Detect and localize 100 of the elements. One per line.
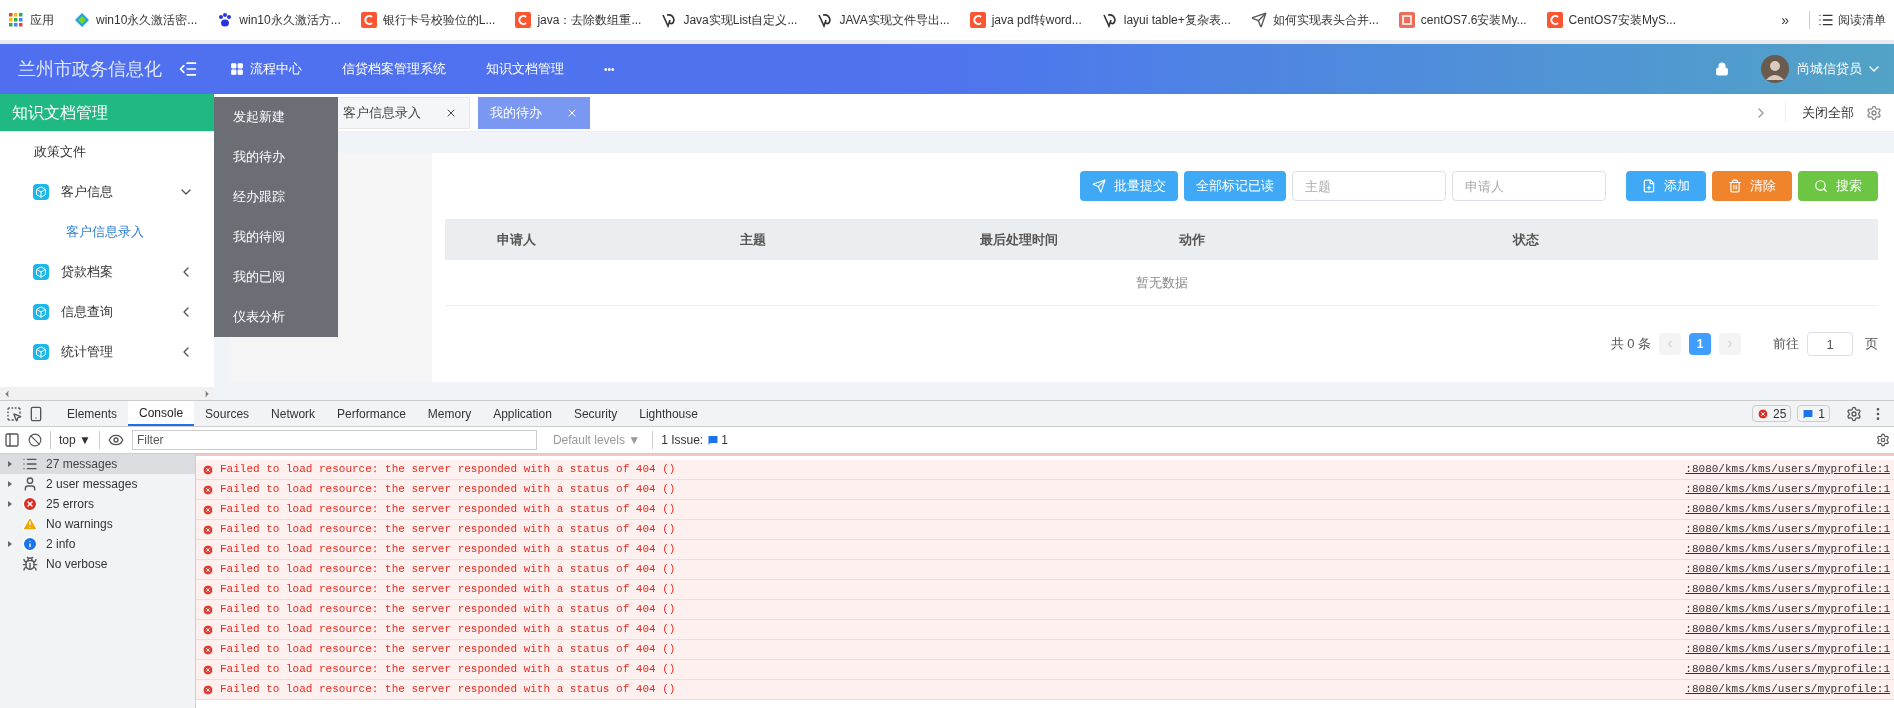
lock-icon[interactable] (1715, 62, 1729, 76)
error-icon (202, 543, 214, 556)
scroll-right-icon[interactable] (202, 388, 212, 399)
console-filter-item[interactable]: 2 info (0, 534, 195, 554)
source-link[interactable]: :8080/kms/kms/users/myprofile:1 (1685, 621, 1890, 638)
gear-icon[interactable] (1866, 104, 1882, 121)
console-filter-item[interactable]: 25 errors (0, 494, 195, 514)
clear-icon[interactable] (28, 433, 42, 447)
devtools-tab[interactable]: Sources (194, 401, 261, 426)
bookmark-link[interactable]: 银行卡号校验位的L... (360, 11, 496, 29)
source-link[interactable]: :8080/kms/kms/users/myprofile:1 (1685, 521, 1890, 538)
nav-item[interactable]: 信贷档案管理系统 (342, 59, 446, 79)
devtools-tab[interactable]: Memory (416, 401, 483, 426)
settings-icon[interactable] (1876, 433, 1890, 447)
source-link[interactable]: :8080/kms/kms/users/myprofile:1 (1685, 681, 1890, 698)
sidebar-item[interactable]: 信息查询 (0, 292, 214, 332)
issues-button[interactable]: 1 Issue: 1 (652, 431, 728, 449)
page-input[interactable]: 1 (1807, 332, 1853, 356)
app-logo: 兰州市政务信息化 (18, 58, 162, 81)
more-bookmarks-button[interactable]: » (1781, 9, 1789, 31)
close-all-button[interactable]: 关闭全部 (1785, 102, 1854, 123)
filter-field[interactable]: Filter (131, 430, 537, 450)
console-error-row: Failed to load resource: the server responded with a status of 404 () :8080/kms/kms/users/myprofile:1 (196, 540, 1894, 560)
source-link[interactable]: :8080/kms/kms/users/myprofile:1 (1685, 581, 1890, 598)
console-error-row: Failed to load resource: the server responded with a status of 404 () :8080/kms/kms/users/myprofile:1 (196, 500, 1894, 520)
source-link[interactable]: :8080/kms/kms/users/myprofile:1 (1685, 481, 1890, 498)
bookmark-link[interactable]: Java实现List自定义... (661, 11, 798, 29)
devtools-tab[interactable]: Lighthouse (628, 401, 709, 426)
dropdown-item[interactable]: 我的已阅 (214, 257, 338, 297)
settings-icon[interactable] (1846, 405, 1862, 422)
source-link[interactable]: :8080/kms/kms/users/myprofile:1 (1685, 461, 1890, 478)
error-icon (202, 683, 214, 696)
sidebar-item[interactable]: 统计管理 (0, 332, 214, 372)
error-count-badge[interactable]: 25 (1751, 405, 1792, 422)
grid-icon (230, 62, 244, 76)
reading-list-button[interactable]: 阅读清单 (1809, 11, 1886, 29)
console-error-row: Failed to load resource: the server responded with a status of 404 () :8080/kms/kms/users/myprofile:1 (196, 620, 1894, 640)
source-link[interactable]: :8080/kms/kms/users/myprofile:1 (1685, 501, 1890, 518)
bookmark-link[interactable]: CentOS7安装MyS... (1546, 11, 1676, 29)
c-letter-icon (360, 12, 377, 28)
dropdown-item[interactable]: 我的待阅 (214, 217, 338, 257)
more-nav-button[interactable]: ••• (604, 61, 615, 77)
bookmark-link[interactable]: win10永久激活密... (74, 11, 198, 29)
console-filter-item[interactable]: No warnings (0, 514, 195, 534)
column-header: 状态 (1513, 230, 1539, 249)
devtools-tab[interactable]: Security (562, 401, 629, 426)
menu-icon[interactable] (178, 59, 198, 79)
user-icon (22, 476, 38, 492)
avatar[interactable] (1761, 55, 1789, 83)
console-error-row: Failed to load resource: the server responded with a status of 404 () :8080/kms/kms/users/myprofile:1 (196, 600, 1894, 620)
scroll-left-icon[interactable] (2, 388, 12, 399)
console-filter-item[interactable]: 2 user messages (0, 474, 195, 494)
device-icon[interactable] (28, 405, 44, 422)
bookmark-link[interactable]: win10永久激活方... (217, 11, 341, 29)
sidebar-item[interactable]: 政策文件 (0, 132, 214, 172)
square-logo-icon (1398, 12, 1415, 28)
bookmark-link[interactable]: layui table+复杂表... (1101, 11, 1231, 29)
eye-icon[interactable] (107, 432, 124, 448)
bookmark-link[interactable]: JAVA实现文件导出... (817, 11, 950, 29)
dropdown-item[interactable]: 经办跟踪 (214, 177, 338, 217)
sidebar-subitem[interactable]: 客户信息录入 (0, 212, 214, 252)
c-letter-icon (1546, 12, 1563, 28)
console-filter-item[interactable]: No verbose (0, 554, 195, 574)
devtools-tab[interactable]: Elements (56, 401, 129, 426)
console-filter-item[interactable]: 27 messages (0, 454, 195, 474)
error-icon (202, 623, 214, 636)
console-error-row: Failed to load resource: the server responded with a status of 404 () :8080/kms/kms/users/myprofile:1 (196, 480, 1894, 500)
context-select[interactable]: top ▼ (50, 431, 100, 449)
sidebar-item[interactable]: 贷款档案 (0, 252, 214, 292)
devtools-tab[interactable]: Performance (326, 401, 417, 426)
source-link[interactable]: :8080/kms/kms/users/myprofile:1 (1685, 541, 1890, 558)
sidebar-item[interactable]: 客户信息 (0, 172, 214, 212)
sidebar-title: 知识文档管理 (0, 94, 214, 131)
bookmark-link[interactable]: java pdf转word... (969, 11, 1082, 29)
bookmark-link[interactable]: centOS7.6安装My... (1398, 11, 1527, 29)
error-icon (202, 663, 214, 676)
source-link[interactable]: :8080/kms/kms/users/myprofile:1 (1685, 661, 1890, 678)
dropdown-item[interactable]: 我的待办 (214, 137, 338, 177)
source-link[interactable]: :8080/kms/kms/users/myprofile:1 (1685, 601, 1890, 618)
error-icon (202, 563, 214, 576)
bookmark-link[interactable]: 如何实现表头合并... (1250, 11, 1379, 29)
horizontal-scrollbar[interactable] (0, 387, 214, 400)
source-link[interactable]: :8080/kms/kms/users/myprofile:1 (1685, 641, 1890, 658)
inspect-icon[interactable] (6, 405, 22, 422)
column-header: 最后处理时间 (980, 230, 1059, 249)
nav-item[interactable]: 知识文档管理 (486, 59, 564, 79)
dropdown-item[interactable]: 仪表分析 (214, 297, 338, 337)
source-link[interactable]: :8080/kms/kms/users/myprofile:1 (1685, 561, 1890, 578)
sidebar-toggle-icon[interactable] (4, 432, 20, 448)
message-count-badge[interactable]: 1 (1797, 405, 1830, 422)
nav-item[interactable]: 流程中心 (230, 59, 302, 79)
bookmark-link[interactable]: 应用 (8, 11, 54, 29)
bookmark-link[interactable]: java：去除数组重... (515, 11, 642, 29)
swirl-icon (817, 12, 834, 28)
devtools-tab[interactable]: Console (128, 401, 195, 426)
devtools-tab[interactable]: Application (482, 401, 563, 426)
devtools-tab[interactable]: Network (260, 401, 327, 426)
search-field[interactable]: 申请人 (1452, 171, 1606, 201)
search-field[interactable]: 主题 (1292, 171, 1446, 201)
paw-icon (217, 12, 234, 28)
